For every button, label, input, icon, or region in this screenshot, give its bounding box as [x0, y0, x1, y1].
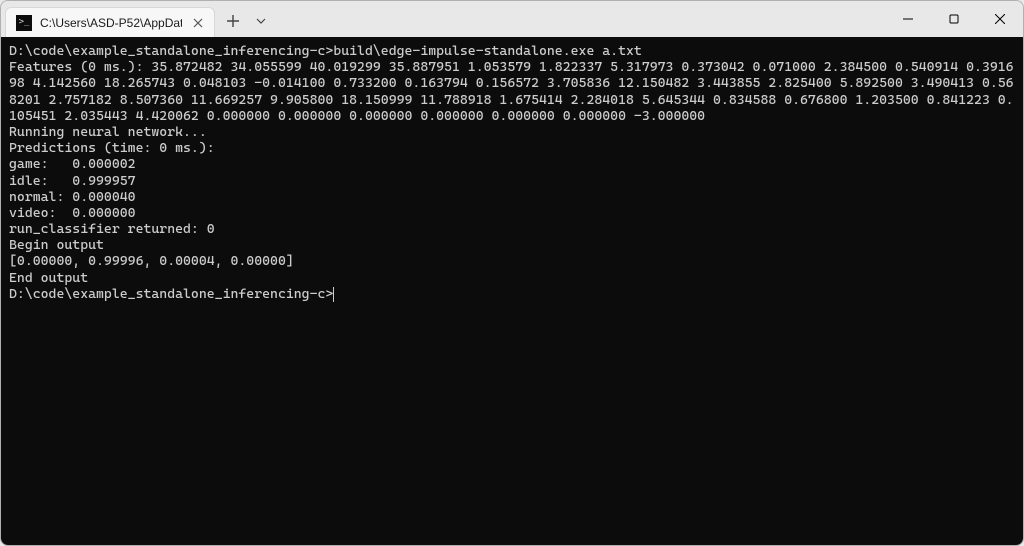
tab-dropdown-button[interactable]: [247, 7, 275, 35]
terminal-line: Predictions (time: 0 ms.):: [9, 140, 1015, 156]
new-tab-button[interactable]: [219, 7, 247, 35]
terminal-line: idle: 0.999957: [9, 173, 1015, 189]
app-window: >_ C:\Users\ASD-P52\AppData\R: [0, 0, 1024, 546]
terminal-line: Begin output: [9, 237, 1015, 253]
close-button[interactable]: [977, 1, 1023, 37]
prompt: D:\code\example_standalone_inferencing-c…: [9, 286, 333, 302]
window-controls: [885, 1, 1023, 37]
titlebar: >_ C:\Users\ASD-P52\AppData\R: [1, 1, 1023, 37]
close-tab-button[interactable]: [190, 15, 206, 31]
terminal-output[interactable]: D:\code\example_standalone_inferencing-c…: [1, 37, 1023, 545]
tab-title: C:\Users\ASD-P52\AppData\R: [40, 16, 182, 30]
terminal-line: Features (0 ms.): 35.872482 34.055599 40…: [9, 59, 1015, 124]
terminal-line: D:\code\example_standalone_inferencing-c…: [9, 43, 1015, 59]
terminal-line: normal: 0.000040: [9, 189, 1015, 205]
terminal-tab[interactable]: >_ C:\Users\ASD-P52\AppData\R: [5, 7, 215, 37]
terminal-line: game: 0.000002: [9, 156, 1015, 172]
terminal-line: run_classifier returned: 0: [9, 221, 1015, 237]
cursor: [333, 287, 334, 302]
cmd-icon: >_: [16, 15, 32, 31]
terminal-line: End output: [9, 270, 1015, 286]
terminal-line: [0.00000, 0.99996, 0.00004, 0.00000]: [9, 253, 1015, 269]
tabs-area: >_ C:\Users\ASD-P52\AppData\R: [1, 1, 275, 37]
minimize-button[interactable]: [885, 1, 931, 37]
terminal-line: video: 0.000000: [9, 205, 1015, 221]
maximize-button[interactable]: [931, 1, 977, 37]
terminal-line: Running neural network...: [9, 124, 1015, 140]
